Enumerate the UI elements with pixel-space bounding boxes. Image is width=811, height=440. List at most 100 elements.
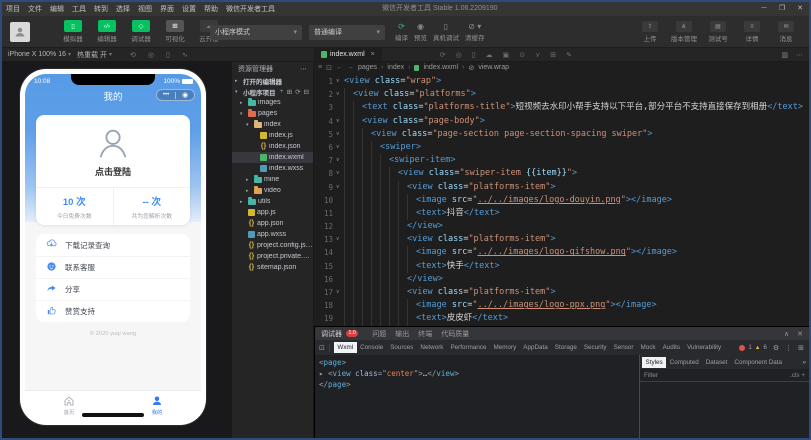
wxml-elements-tree[interactable]: <page> ▸ <view class="center">…</view> </p… [315,355,639,438]
devtools-tab-console[interactable]: Console [357,342,387,353]
code-line[interactable]: 5 ∨ <view class = "page-section page-section… [314,127,809,141]
devtools-tab-mock[interactable]: Mock [637,342,659,353]
code-line[interactable]: 19 <text> 皮皮虾 </text> [314,312,809,326]
fold-chevron-icon[interactable]: ∨ [336,154,344,167]
tree-item-index[interactable]: ▾ index [232,119,313,130]
menu-item[interactable]: 转到 [90,4,112,14]
code-line[interactable]: 8 ∨ <view class = "swiper-item {{item}} " > [314,167,809,181]
toolbar-button-消息[interactable]: ✉ 消息 [771,21,801,43]
more-actions-icon[interactable]: ⋯ [796,51,803,59]
code-line[interactable]: 11 <text> 抖音 </text> [314,206,809,221]
device-icon[interactable]: ▯ [472,51,476,59]
tree-item-app.json[interactable]: {} app.json [232,218,313,229]
user-avatar[interactable] [10,21,30,42]
menu-item-下载记录查询[interactable]: 下载记录查询 [36,234,190,256]
mode-select[interactable]: 小程序模式 ▾ [210,24,302,40]
debugger-tab-输出[interactable]: 输出 [395,329,409,339]
tree-item-sitemap.json[interactable]: {} sitemap.json [232,262,313,273]
menu-item-联系客服[interactable]: 联系客服 [36,256,190,278]
code-line[interactable]: 14 <image src = " ../../images/logo-gifshow.… [314,246,809,260]
breadcrumb-item[interactable]: view.wrap [478,64,509,71]
tree-item-pages[interactable]: ▾ pages [232,108,313,119]
open-editors-section[interactable]: ▸ 打开的编辑器 [232,75,313,86]
code-line[interactable]: 16 </view> [314,272,809,286]
code-line[interactable]: 12 </view> [314,220,809,234]
error-icon[interactable] [739,344,746,351]
menu-icon[interactable]: ≡ [318,64,322,71]
device-frame-icon[interactable]: ▯ [166,51,170,59]
menu-item[interactable]: 界面 [156,4,178,14]
breadcrumb-item[interactable]: pages [358,64,377,71]
device-select[interactable]: iPhone X 100% 16 [8,51,66,58]
action-预览[interactable]: ◉ 预览 [414,22,427,42]
debugger-tab-终端[interactable]: 终端 [418,329,432,339]
rotate-icon[interactable]: ⟲ [130,51,136,59]
collapse-icon[interactable]: ⊟ [304,88,309,96]
menu-item[interactable]: 工具 [68,4,90,14]
breadcrumb-item[interactable]: index.wxml [423,64,458,71]
styles-tab-component-data[interactable]: Component Data [731,357,786,368]
code-line[interactable]: 18 <image src = " ../../images/logo-ppx.png "… [314,299,809,313]
menu-item[interactable]: 微信开发者工具 [222,4,279,14]
menu-item[interactable]: 视图 [134,4,156,14]
menu-item-分享[interactable]: 分享 [36,278,190,300]
symbol-list-icon[interactable]: ⊡ [326,64,332,72]
fold-chevron-icon[interactable]: ∨ [336,115,344,128]
toolbar-button-测试号[interactable]: ▤ 测试号 [703,21,733,43]
tree-item-video[interactable]: ▸ video [232,185,313,196]
code-line[interactable]: 17 ∨ <view class = "platforms-item" > [314,286,809,300]
devtools-tab-audits[interactable]: Audits [659,342,684,353]
login-area[interactable]: 点击登陆 [36,115,190,187]
menu-item[interactable]: 选择 [112,4,134,14]
split-layout-icon[interactable]: ▥ [781,51,788,59]
fold-chevron-icon[interactable]: ∨ [336,286,344,299]
target-icon[interactable]: ◎ [456,51,462,59]
devtools-tab-storage[interactable]: Storage [551,342,580,353]
styles-tab-dataset[interactable]: Dataset [702,357,731,368]
toolbar-button-模拟器[interactable]: ▯ 模拟器 [58,20,88,43]
action-清缓存[interactable]: ⊘ ▾ 清缓存 [465,22,485,42]
minimize-button[interactable]: ─ [755,2,773,16]
code-line[interactable]: 15 <text> 快手 </text> [314,259,809,273]
tree-item-mine[interactable]: ▸ mine [232,174,313,185]
menu-item[interactable]: 设置 [178,4,200,14]
capsule-button[interactable]: ••• ◉ [156,89,195,101]
gear-icon[interactable]: ⚙ [773,344,779,352]
new-file-icon[interactable]: + [280,88,284,96]
menu-item[interactable]: 文件 [24,4,46,14]
debugger-tab-代码质量[interactable]: 代码质量 [441,329,469,339]
fold-chevron-icon[interactable]: ∨ [336,167,344,180]
devtools-tab-sensor[interactable]: Sensor [610,342,637,353]
code-line[interactable]: 3 <text class = "platforms-title" > 短视频去水印小帮手… [314,101,809,115]
tree-item-index.wxss[interactable]: index.wxss [232,163,313,174]
editor-tab-index-wxml[interactable]: index.wxml × [314,48,382,61]
action-真机调试[interactable]: ▯ 真机调试 [433,22,459,42]
fold-chevron-icon[interactable]: ∨ [336,128,344,141]
code-line[interactable]: 13 ∨ <view class = "platforms-item" > [314,233,809,247]
styles-tab-computed[interactable]: Computed [666,357,702,368]
cls-add-controls[interactable]: .cls + [790,372,805,379]
debugger-tab-问题[interactable]: 问题 [372,329,386,339]
popout-icon[interactable]: ⊞ [798,344,804,352]
login-text[interactable]: 点击登陆 [95,165,131,178]
action-编译[interactable]: ⟳ 编译 [395,22,408,42]
close-tab-icon[interactable]: × [371,51,375,58]
fold-chevron-icon[interactable]: ∨ [336,181,344,194]
record-icon[interactable]: ◎ [148,51,154,59]
capsule-home-icon[interactable]: ◉ [182,91,188,99]
code-line[interactable]: 4 ∨ <view class = "page-body" > [314,114,809,128]
forward-icon[interactable]: → [347,64,354,71]
cloud-outline-icon[interactable]: ☁ [486,51,493,59]
toolbar-button-编辑器[interactable]: ‹/› 编辑器 [92,20,122,43]
close-button[interactable]: ✕ [791,2,809,16]
tree-item-utils[interactable]: ▸ utils [232,196,313,207]
filter-input[interactable]: Filter [644,372,658,379]
tree-item-app.js[interactable]: app.js [232,207,313,218]
collapse-panel-icon[interactable]: ∧ [784,330,789,338]
menu-item-赞赏支持[interactable]: 赞赏支持 [36,300,190,322]
toolbar-button-版本管理[interactable]: ⋔ 版本管理 [669,21,699,43]
back-icon[interactable]: ← [336,64,343,71]
more-dots-icon[interactable]: ••• [163,92,169,98]
hot-reload-toggle[interactable]: 热重载 开 [77,50,107,60]
close-panel-icon[interactable]: ✕ [797,330,803,338]
